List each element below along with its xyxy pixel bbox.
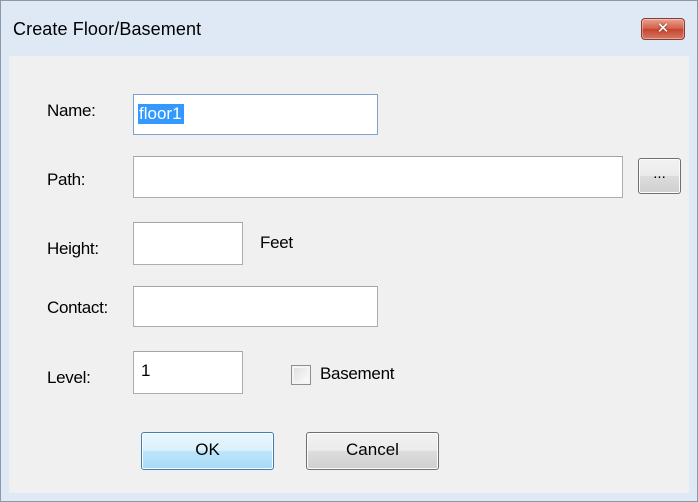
window-frame-bottom (1, 493, 697, 501)
name-label: Name: (47, 101, 96, 120)
close-button[interactable]: ✕ (641, 18, 685, 40)
browse-button-label: ... (653, 165, 666, 182)
ok-button[interactable]: OK (141, 432, 274, 470)
level-field-value: 1 (141, 361, 151, 380)
contact-label: Contact: (47, 298, 108, 317)
name-field[interactable]: floor1 (133, 94, 378, 135)
create-floor-dialog: Create Floor/Basement ✕ Name: floor1 Pat… (0, 0, 698, 502)
title-bar: Create Floor/Basement ✕ (1, 1, 697, 56)
height-field[interactable] (133, 222, 243, 265)
basement-checkbox[interactable] (291, 365, 311, 385)
path-label: Path: (47, 170, 86, 189)
height-unit-label: Feet (260, 233, 293, 252)
level-label: Level: (47, 368, 91, 387)
window-frame-left (1, 56, 9, 501)
height-label: Height: (47, 239, 99, 258)
window-frame-right (689, 56, 697, 501)
path-field[interactable] (133, 156, 623, 198)
browse-button[interactable]: ... (638, 158, 681, 194)
cancel-button[interactable]: Cancel (306, 432, 439, 470)
ok-button-label: OK (195, 440, 220, 459)
dialog-title: Create Floor/Basement (13, 19, 202, 39)
name-field-value: floor1 (138, 104, 184, 124)
cancel-button-label: Cancel (346, 440, 399, 459)
dialog-client-area: Name: floor1 Path: ... Height: Feet Cont… (9, 56, 689, 493)
close-icon: ✕ (656, 20, 670, 37)
level-field[interactable]: 1 (133, 351, 243, 394)
basement-label[interactable]: Basement (320, 364, 394, 384)
contact-field[interactable] (133, 286, 378, 327)
